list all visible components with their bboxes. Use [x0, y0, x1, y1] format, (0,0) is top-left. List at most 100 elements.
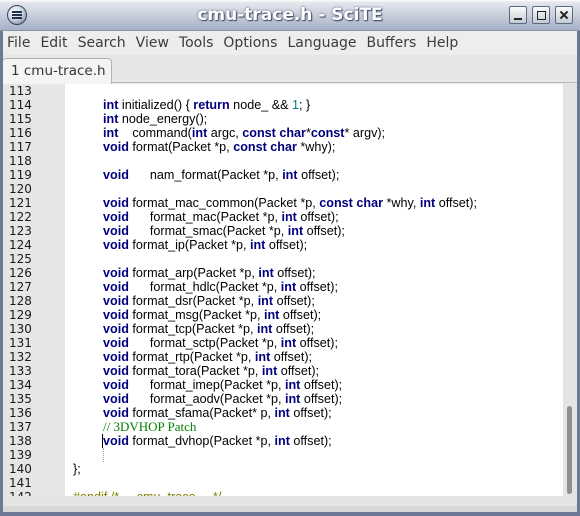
code-text: void format_hdlc(Packet *p, int offset); — [103, 280, 338, 294]
line-number: 140 — [9, 462, 32, 476]
code-token: format_tcp(Packet *p, — [128, 322, 257, 336]
line-number: 123 — [9, 224, 32, 238]
code-line: 130 void format_tcp(Packet *p, int offset… — [3, 322, 578, 336]
line-number: 138 — [9, 434, 32, 448]
code-token: format_mac_common(Packet *p, — [128, 196, 320, 210]
code-token: int — [419, 196, 436, 210]
line-number: 119 — [9, 168, 32, 182]
code-line: 135 void format_aodv(Packet *p, int offse… — [3, 392, 578, 406]
horizontal-scrollbar[interactable] — [3, 496, 578, 506]
close-icon[interactable] — [555, 6, 573, 24]
code-token: offset); — [296, 336, 338, 350]
code-token: format(Packet *p, — [128, 140, 234, 154]
code-token: offset); — [296, 280, 338, 294]
code-token: node_energy(); — [118, 112, 208, 126]
line-number: 126 — [9, 266, 32, 280]
menu-buffers[interactable]: Buffers — [362, 31, 422, 55]
menu-view[interactable]: View — [131, 31, 174, 55]
code-text: void format_mac_common(Packet *p, const … — [103, 196, 477, 210]
code-token: int — [281, 210, 297, 224]
menu-edit[interactable]: Edit — [35, 31, 72, 55]
code-token: void — [103, 322, 129, 336]
code-token: int — [249, 238, 266, 252]
line-number: 125 — [9, 252, 32, 266]
line-number: 133 — [9, 364, 32, 378]
code-text: void nam_format(Packet *p, int offset); — [103, 168, 339, 182]
code-token: void — [103, 350, 129, 364]
code-token: offset); — [296, 210, 339, 224]
code-token: offset); — [300, 378, 343, 392]
code-token: void — [103, 406, 129, 420]
window-title: cmu-trace.h - SciTE — [197, 5, 383, 25]
tab-cmu-trace-h[interactable]: 1 cmu-trace.h — [2, 58, 112, 84]
code-token: int — [274, 434, 290, 448]
code-token: format_dsr(Packet *p, — [128, 294, 258, 308]
code-text: void format_imep(Packet *p, int offset); — [103, 378, 342, 392]
code-line: 138 void format_dvhop(Packet *p, int offs… — [3, 434, 578, 448]
menu-search[interactable]: Search — [73, 31, 131, 55]
code-text: void format_sfama(Packet* p, int offset)… — [103, 406, 332, 420]
line-number: 139 — [9, 448, 32, 462]
menu-help[interactable]: Help — [421, 31, 463, 55]
code-text: void format(Packet *p, const char *why); — [103, 140, 335, 154]
maximize-icon[interactable] — [532, 6, 550, 24]
code-token: void — [103, 378, 129, 392]
code-token: offset); — [265, 238, 308, 252]
code-token: int — [103, 98, 119, 112]
line-number: 116 — [9, 126, 32, 140]
menu-options[interactable]: Options — [218, 31, 282, 55]
code-line: 123 void format_smac(Packet *p, int offse… — [3, 224, 578, 238]
code-token: int — [282, 168, 298, 182]
code-token: offset); — [279, 308, 322, 322]
code-text: void format_dsr(Packet *p, int offset); — [103, 294, 315, 308]
code-token: int — [280, 280, 297, 294]
code-text: void format_smac(Packet *p, int offset); — [103, 224, 345, 238]
code-token: void — [103, 196, 129, 210]
title-bar: cmu-trace.h - SciTE — [0, 0, 580, 31]
code-token: * argv); — [344, 126, 386, 140]
vertical-scrollbar-thumb[interactable] — [567, 406, 572, 494]
menu-language[interactable]: Language — [282, 31, 361, 55]
code-line: 121 void format_mac_common(Packet *p, con… — [3, 196, 578, 210]
code-line: 114 int initialized() { return node_ && 1… — [3, 98, 578, 112]
code-text: void format_tora(Packet *p, int offset); — [103, 364, 319, 378]
code-token: format_tora(Packet *p, — [128, 364, 262, 378]
code-token: void — [103, 434, 129, 448]
vertical-scrollbar[interactable] — [563, 84, 577, 496]
code-token: offset); — [270, 350, 313, 364]
code-token: void — [103, 294, 129, 308]
line-number: 118 — [9, 154, 32, 168]
menu-file[interactable]: File — [2, 31, 35, 55]
code-token: void — [103, 280, 129, 294]
code-line: 116 int command(int argc, const char*cons… — [3, 126, 578, 140]
code-text: // 3DVHOP Patch — [103, 420, 196, 434]
window-frame-left — [0, 31, 3, 516]
code-token: offset); — [289, 434, 332, 448]
code-token: void — [103, 266, 129, 280]
code-line: 129 void format_msg(Packet *p, int offset… — [3, 308, 578, 322]
code-line: 127 void format_hdlc(Packet *p, int offse… — [3, 280, 578, 294]
minimize-icon[interactable] — [509, 6, 527, 24]
code-token: void — [103, 336, 129, 350]
code-text: void format_dvhop(Packet *p, int offset)… — [103, 434, 332, 448]
code-token: command( — [118, 126, 192, 140]
code-line: 133 void format_tora(Packet *p, int offse… — [3, 364, 578, 378]
line-number: 127 — [9, 280, 32, 294]
code-text: void format_sctp(Packet *p, int offset); — [103, 336, 338, 350]
code-token: format_sfama(Packet* p, — [128, 406, 275, 420]
code-token: int — [103, 126, 119, 140]
code-token: initialized() { — [118, 98, 194, 112]
code-token: int — [280, 336, 297, 350]
code-token: int — [274, 406, 290, 420]
code-token: node_ && — [229, 98, 293, 112]
line-number: 136 — [9, 406, 32, 420]
code-line: 115 int node_energy(); — [3, 112, 578, 126]
code-line: 125 — [3, 252, 578, 266]
menu-tools[interactable]: Tools — [174, 31, 219, 55]
code-token: return — [193, 98, 230, 112]
code-editor[interactable]: 113 114 int initialized() { return node_ &… — [3, 84, 578, 496]
line-number: 128 — [9, 294, 32, 308]
code-token: format_dvhop(Packet *p, — [128, 434, 275, 448]
code-line: 140}; — [3, 462, 578, 476]
code-token: offset); — [273, 294, 315, 308]
